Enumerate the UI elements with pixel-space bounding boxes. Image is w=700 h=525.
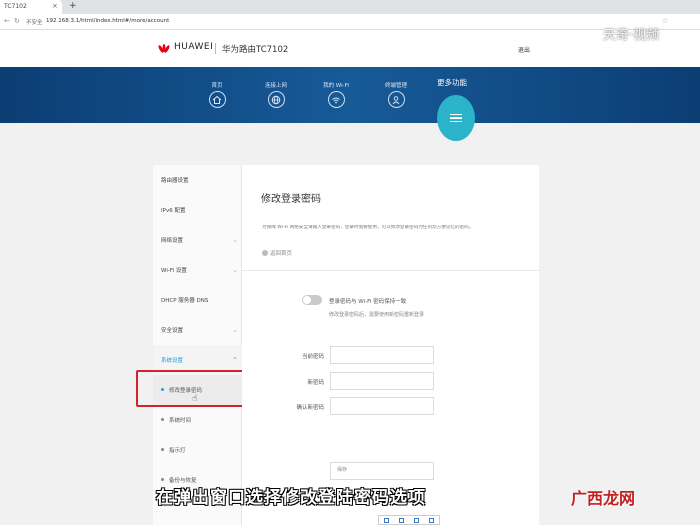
- nav-label: 连接上网: [264, 83, 287, 89]
- nav-devices[interactable]: 终端管理: [376, 81, 416, 108]
- confirm-password-input[interactable]: [330, 397, 434, 415]
- sidebar: 路由器设置 IPv6 配置 网络设置 ⌄ Wi-Fi 设置 ⌄ DHCP 服务器 D…: [153, 165, 242, 525]
- screen: TC7102 × + ← ↻ 不安全 192.168.3.1/html/inde…: [0, 0, 700, 525]
- new-password-input[interactable]: [330, 372, 434, 390]
- wifi-icon: [327, 91, 345, 108]
- reload-icon[interactable]: ↻: [14, 17, 20, 25]
- router-model: 华为路由TC7102: [222, 45, 289, 55]
- sidebar-item-label: DHCP 服务器 DNS: [161, 298, 209, 304]
- user-icon: [387, 91, 405, 108]
- nav-internet[interactable]: 连接上网: [256, 81, 296, 108]
- sidebar-item-ipv6[interactable]: IPv6 配置: [153, 195, 242, 225]
- app-icon[interactable]: [429, 517, 434, 523]
- header-divider: [215, 43, 216, 54]
- new-password-label: 新密码: [307, 380, 324, 386]
- nav-label: 首页: [211, 83, 223, 89]
- browser-tab[interactable]: TC7102 ×: [0, 0, 62, 14]
- bullet-icon: [161, 418, 164, 421]
- sidebar-sub-label: 系统时间: [169, 418, 192, 424]
- sidebar-sub-label: 指示灯: [169, 448, 186, 454]
- bookmark-icon[interactable]: ☆: [662, 17, 668, 25]
- address-bar: ← ↻ 不安全 192.168.3.1/html/index.html#/mor…: [0, 14, 700, 30]
- sidebar-item-label: IPv6 配置: [161, 208, 186, 214]
- logout-link[interactable]: 退出: [518, 45, 530, 54]
- sidebar-item-router-settings[interactable]: 路由器设置: [153, 165, 242, 195]
- chevron-down-icon: ⌄: [232, 236, 238, 244]
- sidebar-item-label: Wi-Fi 设置: [161, 268, 187, 274]
- router-header: [0, 30, 700, 67]
- brand-name: HUAWEI: [174, 42, 214, 52]
- app-icon[interactable]: [384, 517, 389, 523]
- bullet-icon: [161, 448, 164, 451]
- huawei-logo-icon: [158, 44, 170, 53]
- sidebar-item-label: 系统设置: [161, 358, 184, 364]
- sidebar-sub-system-time[interactable]: 系统时间: [153, 405, 242, 435]
- current-password-label: 当前密码: [301, 354, 324, 360]
- globe-icon: [267, 91, 285, 108]
- page-title: 修改登录密码: [261, 194, 321, 205]
- chevron-up-icon: ⌃: [232, 356, 238, 364]
- home-icon: [208, 91, 226, 108]
- back-link[interactable]: 返回首页: [262, 249, 292, 257]
- back-label: 返回首页: [270, 251, 293, 257]
- tab-title: TC7102: [4, 3, 27, 10]
- sidebar-item-label: 安全设置: [161, 328, 184, 334]
- url-input[interactable]: 192.168.3.1/html/index.html#/more/accoun…: [46, 18, 169, 24]
- chevron-down-icon: ⌄: [232, 266, 238, 274]
- cursor-icon: ☝: [192, 394, 198, 404]
- back-icon: [262, 250, 268, 256]
- app-icon[interactable]: [414, 517, 419, 523]
- sidebar-item-wifi[interactable]: Wi-Fi 设置 ⌄: [153, 255, 242, 285]
- page-description: 为保障 Wi-Fi 网络安全请输入登录密码，登录时需要使用，可以修改登录密码为任…: [262, 225, 474, 230]
- save-button[interactable]: 保存: [330, 462, 434, 480]
- video-subtitle: 在弹出窗口选择修改登陆密码选项: [156, 488, 426, 508]
- nav-wifi[interactable]: 我的 Wi-Fi: [316, 81, 356, 108]
- nav-home[interactable]: 首页: [197, 81, 237, 108]
- divider: [242, 270, 539, 271]
- browser-tab-bar: TC7102 × +: [0, 0, 700, 14]
- app-icon[interactable]: [399, 517, 404, 523]
- nav-label: 终端管理: [384, 83, 407, 89]
- sidebar-item-label: 网络设置: [161, 238, 184, 244]
- sidebar-sub-indicator[interactable]: 指示灯: [153, 435, 242, 465]
- nav-label: 我的 Wi-Fi: [323, 83, 349, 89]
- more-features-button[interactable]: [437, 95, 475, 141]
- security-indicator[interactable]: 不安全: [26, 18, 43, 26]
- same-as-wifi-toggle[interactable]: [302, 295, 322, 305]
- video-watermark: 天奇·视频: [603, 28, 660, 43]
- current-password-input[interactable]: [330, 346, 434, 364]
- chevron-down-icon: ⌄: [232, 326, 238, 334]
- new-tab-icon[interactable]: +: [69, 1, 77, 11]
- toggle-hint: 修改登录密码后，需要使用新密码重新登录: [329, 312, 425, 318]
- bullet-icon: [161, 478, 164, 481]
- sidebar-item-security[interactable]: 安全设置 ⌄: [153, 315, 242, 345]
- sidebar-item-network[interactable]: 网络设置 ⌄: [153, 225, 242, 255]
- site-watermark: 广西龙网: [571, 489, 636, 508]
- sidebar-item-label: 路由器设置: [161, 178, 189, 184]
- tab-close-icon[interactable]: ×: [52, 2, 58, 10]
- confirm-password-label: 确认新密码: [296, 405, 324, 411]
- more-features-label: 更多功能: [437, 78, 467, 87]
- back-icon[interactable]: ←: [4, 17, 10, 25]
- menu-icon: [450, 112, 462, 125]
- sidebar-item-dhcp[interactable]: DHCP 服务器 DNS: [153, 285, 242, 315]
- taskbar: [378, 515, 440, 525]
- toggle-label: 登录密码与 Wi-Fi 密码保持一致: [329, 299, 407, 305]
